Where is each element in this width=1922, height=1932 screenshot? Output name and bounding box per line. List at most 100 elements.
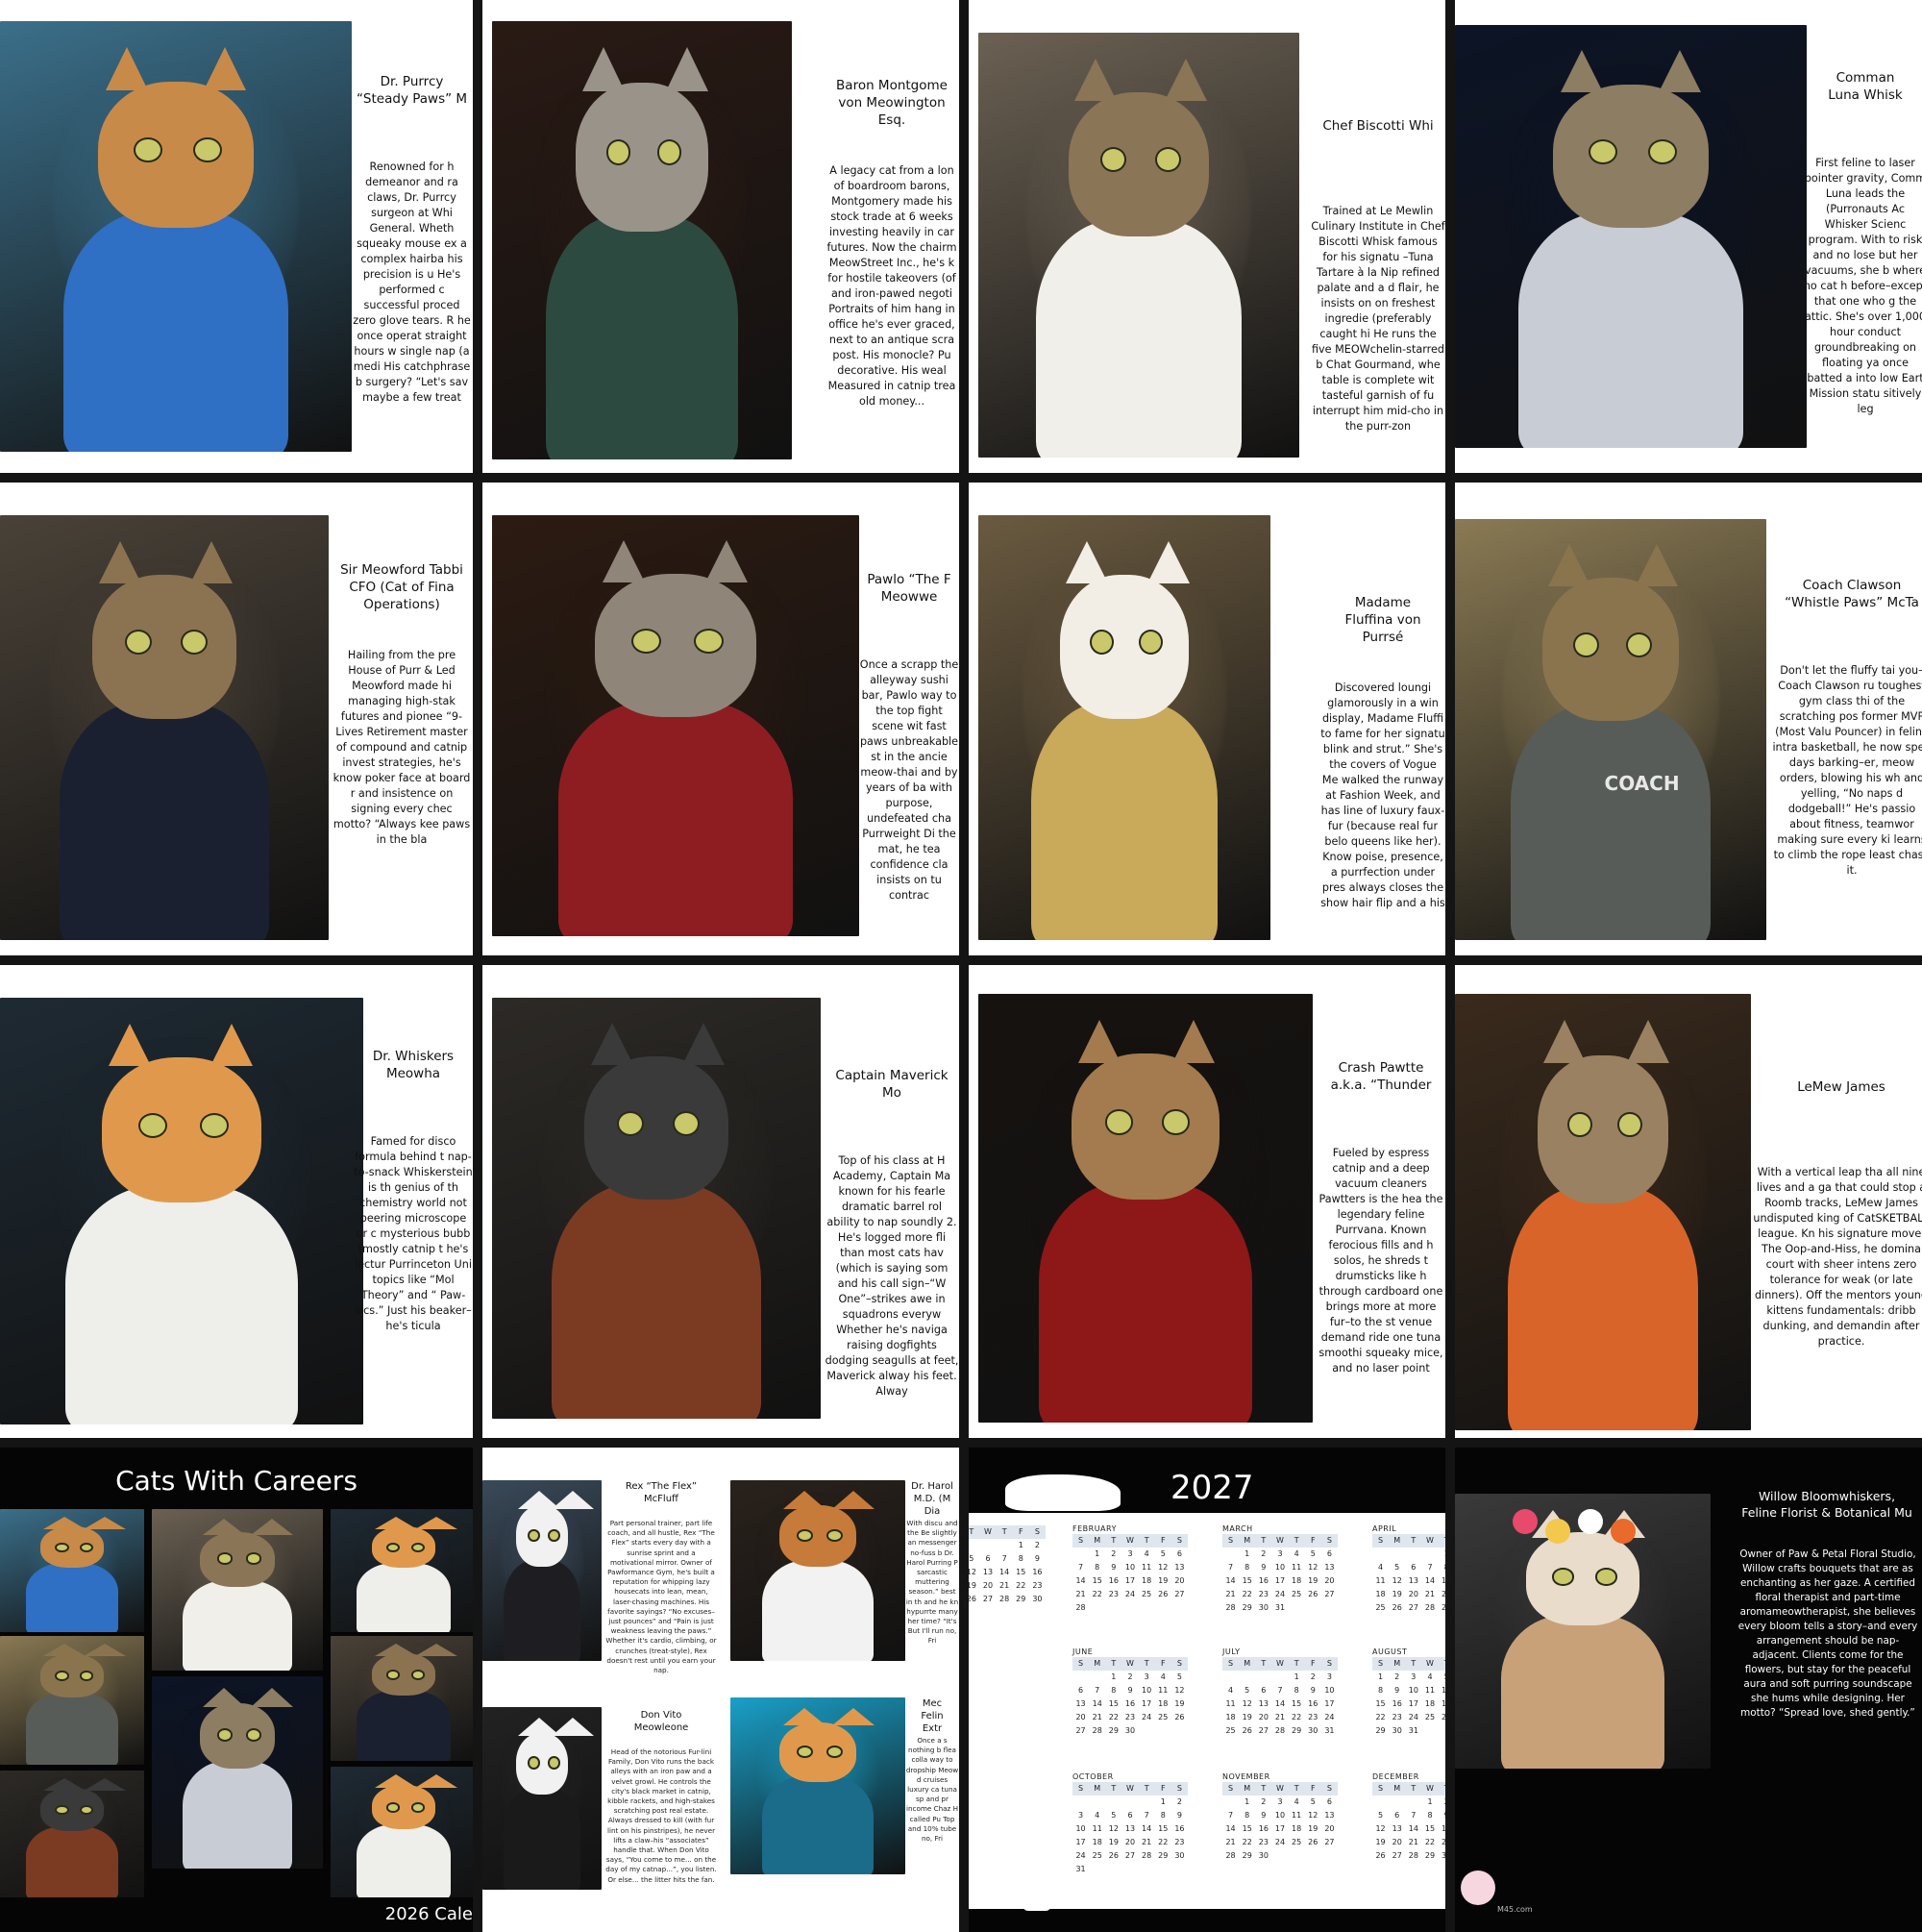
calendar-day[interactable]: 4 [1139, 1548, 1155, 1561]
calendar-day[interactable]: 16 [1121, 1697, 1138, 1711]
calendar-day[interactable]: 25 [1155, 1711, 1171, 1724]
calendar-day[interactable]: 24 [1072, 1849, 1089, 1863]
calendar-day[interactable]: 5 [1305, 1796, 1321, 1809]
calendar-day[interactable]: 5 [1372, 1809, 1389, 1822]
calendar-day[interactable]: 29 [1105, 1724, 1121, 1738]
calendar-day[interactable]: 1 [1239, 1548, 1255, 1561]
calendar-day[interactable] [1121, 1796, 1138, 1809]
calendar-day[interactable] [1029, 1606, 1046, 1620]
calendar-day[interactable]: 23 [1255, 1836, 1271, 1849]
calendar-day[interactable] [1321, 1849, 1338, 1863]
calendar-day[interactable]: 22 [1089, 1588, 1105, 1601]
calendar-day[interactable] [1139, 1724, 1155, 1738]
calendar-day[interactable]: 17 [1139, 1697, 1155, 1711]
calendar-day[interactable]: 1 [1155, 1796, 1171, 1809]
calendar-day[interactable]: 11 [1372, 1574, 1389, 1588]
calendar-day[interactable]: 24 [1121, 1588, 1138, 1601]
calendar-day[interactable]: 13 [1121, 1822, 1138, 1836]
calendar-day[interactable]: 14 [1271, 1697, 1288, 1711]
calendar-day[interactable]: 27 [1389, 1849, 1405, 1863]
calendar-day[interactable]: 8 [1089, 1561, 1105, 1574]
calendar-day[interactable] [1255, 1671, 1271, 1684]
calendar-day[interactable]: 6 [1121, 1809, 1138, 1822]
calendar-day[interactable]: 11 [1289, 1561, 1305, 1574]
calendar-day[interactable]: 20 [1321, 1574, 1338, 1588]
calendar-day[interactable]: 9 [1439, 1809, 1445, 1822]
calendar-day[interactable]: 27 [1321, 1588, 1338, 1601]
calendar-day[interactable]: 22 [1239, 1836, 1255, 1849]
calendar-day[interactable]: 30 [1255, 1601, 1271, 1615]
calendar-day[interactable] [1239, 1671, 1255, 1684]
calendar-day[interactable]: 19 [1155, 1574, 1171, 1588]
calendar-day[interactable] [1222, 1796, 1239, 1809]
calendar-day[interactable]: 31 [1321, 1724, 1338, 1738]
calendar-day[interactable] [1155, 1863, 1171, 1876]
calendar-day[interactable]: 13 [979, 1566, 996, 1579]
calendar-day[interactable]: 7 [1222, 1809, 1239, 1822]
calendar-day[interactable] [1321, 1601, 1338, 1615]
calendar-day[interactable]: 10 [1271, 1561, 1288, 1574]
calendar-day[interactable]: 25 [1139, 1588, 1155, 1601]
calendar-day[interactable]: 11 [1421, 1684, 1438, 1697]
calendar-day[interactable]: 17 [1072, 1836, 1089, 1849]
calendar-day[interactable]: 20 [1255, 1711, 1271, 1724]
calendar-day[interactable]: 21 [1405, 1836, 1421, 1849]
calendar-day[interactable] [1405, 1548, 1421, 1561]
calendar-day[interactable]: 6 [1255, 1684, 1271, 1697]
calendar-day[interactable]: 7 [1139, 1809, 1155, 1822]
calendar-day[interactable]: 21 [1222, 1836, 1239, 1849]
calendar-day[interactable]: 27 [979, 1593, 996, 1606]
calendar-day[interactable]: 18 [1139, 1574, 1155, 1588]
calendar-day[interactable]: 9 [1029, 1552, 1046, 1566]
calendar-day[interactable]: 28 [1405, 1849, 1421, 1863]
calendar-day[interactable]: 2 [1255, 1548, 1271, 1561]
calendar-day[interactable]: 16 [1255, 1822, 1271, 1836]
calendar-day[interactable] [1089, 1601, 1105, 1615]
calendar-day[interactable]: 28 [1139, 1849, 1155, 1863]
calendar-day[interactable]: 7 [997, 1552, 1013, 1566]
calendar-day[interactable] [1289, 1601, 1305, 1615]
calendar-day[interactable]: 20 [1405, 1588, 1421, 1601]
calendar-day[interactable]: 4 [1372, 1561, 1389, 1574]
calendar-day[interactable]: 12 [1305, 1809, 1321, 1822]
calendar-day[interactable]: 7 [1271, 1684, 1288, 1697]
calendar-day[interactable]: 4 [1421, 1671, 1438, 1684]
calendar-day[interactable] [1155, 1724, 1171, 1738]
calendar-day[interactable]: 17 [1405, 1697, 1421, 1711]
calendar-day[interactable]: 19 [1389, 1588, 1405, 1601]
calendar-day[interactable]: 20 [1321, 1822, 1338, 1836]
calendar-day[interactable]: 3 [1271, 1548, 1288, 1561]
calendar-day[interactable]: 1 [1372, 1671, 1389, 1684]
calendar-day[interactable]: 22 [1013, 1579, 1029, 1593]
calendar-day[interactable]: 12 [969, 1566, 979, 1579]
calendar-day[interactable]: 28 [1222, 1601, 1239, 1615]
calendar-day[interactable]: 12 [1305, 1561, 1321, 1574]
calendar-day[interactable]: 29 [1372, 1724, 1389, 1738]
calendar-day[interactable]: 24 [1321, 1711, 1338, 1724]
calendar-day[interactable]: 2 [1305, 1671, 1321, 1684]
calendar-day[interactable] [1121, 1601, 1138, 1615]
calendar-day[interactable]: 23 [1389, 1711, 1405, 1724]
calendar-day[interactable]: 16 [1439, 1822, 1445, 1836]
calendar-day[interactable]: 12 [1155, 1561, 1171, 1574]
calendar-day[interactable]: 15 [1289, 1697, 1305, 1711]
calendar-day[interactable]: 1 [1105, 1671, 1121, 1684]
calendar-day[interactable]: 27 [1171, 1588, 1188, 1601]
calendar-day[interactable]: 25 [1089, 1849, 1105, 1863]
calendar-day[interactable]: 29 [1155, 1849, 1171, 1863]
calendar-day[interactable]: 23 [1171, 1836, 1188, 1849]
calendar-day[interactable]: 9 [1105, 1561, 1121, 1574]
calendar-day[interactable]: 2 [1121, 1671, 1138, 1684]
calendar-day[interactable]: 3 [1139, 1671, 1155, 1684]
calendar-day[interactable]: 26 [1389, 1601, 1405, 1615]
calendar-day[interactable] [1305, 1601, 1321, 1615]
calendar-day[interactable]: 4 [1222, 1684, 1239, 1697]
calendar-day[interactable]: 10 [1072, 1822, 1089, 1836]
calendar-day[interactable]: 16 [1305, 1697, 1321, 1711]
calendar-day[interactable]: 30 [1171, 1849, 1188, 1863]
calendar-day[interactable]: 29 [1239, 1849, 1255, 1863]
calendar-day[interactable]: 10 [1271, 1809, 1288, 1822]
calendar-day[interactable]: 2 [1105, 1548, 1121, 1561]
calendar-day[interactable]: 28 [1421, 1601, 1438, 1615]
calendar-day[interactable] [1089, 1863, 1105, 1876]
